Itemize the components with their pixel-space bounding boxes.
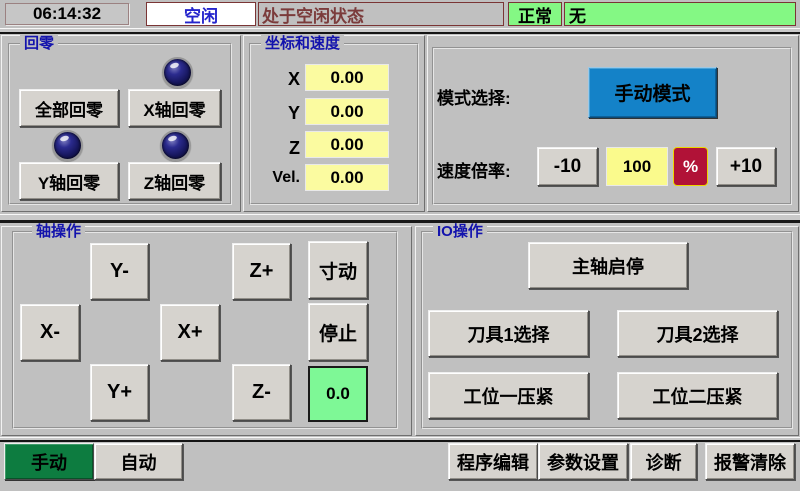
coord-label-y: Y — [245, 103, 300, 124]
nav-diagnosis-button[interactable]: 诊断 — [630, 443, 697, 480]
override-minus-button[interactable]: -10 — [537, 147, 598, 186]
stop-button[interactable]: 停止 — [308, 303, 368, 361]
speed-override-label: 速度倍率: — [437, 157, 511, 182]
nav-program-edit-button[interactable]: 程序编辑 — [448, 443, 538, 480]
alarm-message-box: 无 — [564, 2, 796, 26]
jog-z-plus-button[interactable]: Z+ — [232, 243, 291, 300]
station1-clamp-button[interactable]: 工位一压紧 — [428, 372, 589, 419]
home-x-button[interactable]: X轴回零 — [128, 89, 221, 127]
coord-label-z: Z — [245, 138, 300, 159]
jog-mode-button[interactable]: 寸动 — [308, 241, 368, 299]
clock-display: 06:14:32 — [5, 3, 129, 25]
jog-x-minus-button[interactable]: X- — [20, 304, 80, 361]
coord-value-vel: 0.00 — [305, 164, 389, 191]
percent-sign-box: % — [673, 147, 708, 186]
override-value-box: 100 — [606, 147, 668, 186]
top-status-bar: 06:14:32 空闲 处于空闲状态 正常 无 — [0, 0, 800, 28]
coord-label-vel: Vel. — [245, 169, 300, 187]
alarm-level-badge: 正常 — [508, 2, 562, 26]
divider-top — [0, 28, 800, 34]
mode-select-label: 模式选择: — [437, 84, 511, 109]
home-y-button[interactable]: Y轴回零 — [19, 162, 119, 200]
coord-value-y: 0.00 — [305, 98, 389, 125]
x-home-led-indicator — [162, 57, 193, 88]
coords-title: 坐标和速度 — [261, 35, 344, 53]
nav-alarm-clear-button[interactable]: 报警清除 — [705, 443, 795, 480]
spindle-start-stop-button[interactable]: 主轴启停 — [528, 242, 688, 289]
homing-title: 回零 — [20, 35, 58, 53]
divider-middle — [0, 214, 800, 223]
tool1-select-button[interactable]: 刀具1选择 — [428, 310, 589, 357]
io-title: IO操作 — [433, 223, 487, 241]
y-home-led-indicator — [52, 130, 83, 161]
tool2-select-button[interactable]: 刀具2选择 — [617, 310, 778, 357]
jog-y-plus-button[interactable]: Y+ — [90, 364, 149, 421]
step-value-box[interactable]: 0.0 — [308, 366, 368, 422]
z-home-led-indicator — [160, 130, 191, 161]
coord-value-z: 0.00 — [305, 131, 389, 158]
home-z-button[interactable]: Z轴回零 — [128, 162, 221, 200]
divider-bottom — [0, 437, 800, 442]
nav-manual-button[interactable]: 手动 — [4, 443, 94, 480]
coord-label-x: X — [245, 69, 300, 90]
machine-mode-status: 空闲 — [146, 2, 256, 26]
jog-x-plus-button[interactable]: X+ — [160, 304, 220, 361]
jog-y-minus-button[interactable]: Y- — [90, 243, 149, 300]
axis-title: 轴操作 — [32, 223, 85, 241]
mode-manual-button[interactable]: 手动模式 — [588, 67, 717, 118]
jog-z-minus-button[interactable]: Z- — [232, 364, 291, 421]
nav-param-set-button[interactable]: 参数设置 — [538, 443, 628, 480]
override-plus-button[interactable]: +10 — [716, 147, 776, 186]
coord-value-x: 0.00 — [305, 64, 389, 91]
home-all-button[interactable]: 全部回零 — [19, 89, 119, 127]
nav-auto-button[interactable]: 自动 — [94, 443, 183, 480]
machine-state-text: 处于空闲状态 — [258, 2, 504, 26]
station2-clamp-button[interactable]: 工位二压紧 — [617, 372, 778, 419]
